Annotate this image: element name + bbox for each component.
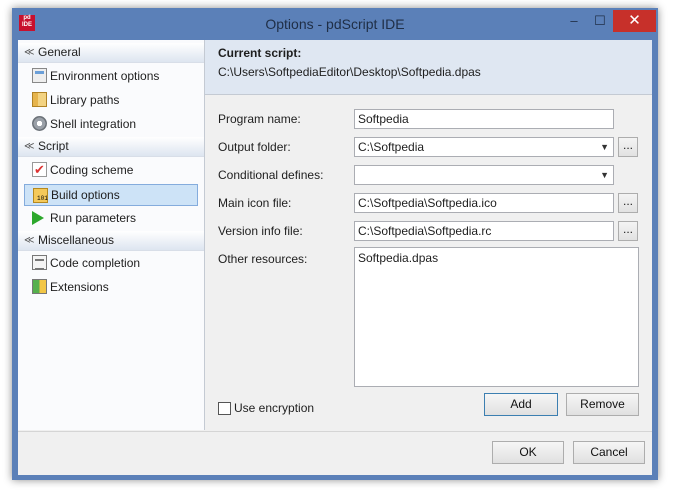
version-info-label: Version info file: [218, 224, 303, 238]
sidebar-item-coding-scheme[interactable]: Coding scheme [24, 159, 198, 181]
current-script-label: Current script: [218, 46, 302, 60]
sidebar-item-label: Run parameters [50, 211, 137, 225]
conditional-defines-label: Conditional defines: [218, 168, 324, 182]
current-script-path: C:\Users\SoftpediaEditor\Desktop\Softped… [218, 65, 481, 79]
shell-icon [32, 116, 47, 131]
output-folder-label: Output folder: [218, 140, 291, 154]
add-button[interactable]: Add [484, 393, 558, 416]
close-button[interactable]: ✕ [613, 10, 656, 32]
browse-output-folder-button[interactable]: ... [618, 137, 638, 157]
group-label: Miscellaneous [38, 233, 115, 247]
build-options-form: Program name: Softpedia Output folder: C… [205, 95, 652, 430]
group-label: General [38, 45, 81, 59]
sidebar-item-environment-options[interactable]: Environment options [24, 65, 198, 87]
extensions-icon [32, 279, 47, 294]
version-info-input[interactable]: C:\Softpedia\Softpedia.rc [354, 221, 614, 241]
conditional-defines-combo[interactable]: ▼ [354, 165, 614, 185]
browse-version-info-button[interactable]: ... [618, 221, 638, 241]
chevron-down-icon[interactable]: ▼ [600, 166, 609, 184]
code-completion-icon [32, 255, 47, 270]
chevron-down-icon[interactable]: ▼ [600, 138, 609, 156]
run-icon [32, 211, 44, 225]
sidebar-item-shell-integration[interactable]: Shell integration [24, 113, 198, 135]
sidebar-item-run-parameters[interactable]: Run parameters [24, 207, 198, 229]
title-bar[interactable]: pd IDE Options - pdScript IDE – ☐ ✕ [12, 8, 658, 40]
browse-main-icon-button[interactable]: ... [618, 193, 638, 213]
minimize-button[interactable]: – [561, 10, 587, 32]
group-header-script[interactable]: ≪ Script [18, 137, 204, 157]
use-encryption-checkbox[interactable] [218, 402, 231, 415]
options-window: pd IDE Options - pdScript IDE – ☐ ✕ ≪ Ge… [12, 8, 658, 480]
sidebar-item-build-options[interactable]: Build options [24, 184, 198, 206]
sidebar-item-label: Library paths [50, 93, 120, 107]
sidebar-item-library-paths[interactable]: Library paths [24, 89, 198, 111]
chevron-up-icon: ≪ [24, 141, 35, 152]
group-header-miscellaneous[interactable]: ≪ Miscellaneous [18, 231, 204, 251]
sidebar-item-label: Code completion [50, 256, 141, 270]
sidebar-item-label: Environment options [50, 69, 160, 83]
current-script-header: Current script: C:\Users\SoftpediaEditor… [205, 40, 652, 95]
chevron-up-icon: ≪ [24, 47, 35, 58]
group-label: Script [38, 139, 69, 153]
coding-icon [32, 159, 47, 181]
sidebar-item-extensions[interactable]: Extensions [24, 276, 198, 298]
use-encryption-label[interactable]: Use encryption [234, 401, 314, 415]
cancel-button[interactable]: Cancel [573, 441, 645, 464]
main-icon-input[interactable]: C:\Softpedia\Softpedia.ico [354, 193, 614, 213]
category-sidebar: ≪ General Environment options Library pa… [18, 40, 205, 430]
dialog-client: ≪ General Environment options Library pa… [18, 40, 652, 475]
remove-button[interactable]: Remove [566, 393, 639, 416]
output-folder-combo[interactable]: C:\Softpedia ▼ [354, 137, 614, 157]
chevron-up-icon: ≪ [24, 235, 35, 246]
sidebar-item-label: Build options [51, 188, 120, 202]
ok-button[interactable]: OK [492, 441, 564, 464]
maximize-button[interactable]: ☐ [587, 10, 613, 32]
build-icon [33, 188, 48, 203]
program-name-label: Program name: [218, 112, 301, 126]
program-name-input[interactable]: Softpedia [354, 109, 614, 129]
sidebar-item-code-completion[interactable]: Code completion [24, 252, 198, 274]
library-icon [32, 92, 47, 107]
list-item[interactable]: Softpedia.dpas [358, 251, 635, 265]
other-resources-label: Other resources: [218, 252, 308, 266]
sidebar-item-label: Extensions [50, 280, 109, 294]
sidebar-item-label: Coding scheme [50, 163, 134, 177]
dialog-footer: OK Cancel [18, 431, 652, 475]
main-icon-label: Main icon file: [218, 196, 292, 210]
output-folder-value: C:\Softpedia [358, 140, 425, 154]
sidebar-item-label: Shell integration [50, 117, 137, 131]
environment-icon [32, 68, 47, 83]
other-resources-list[interactable]: Softpedia.dpas [354, 247, 639, 387]
group-header-general[interactable]: ≪ General [18, 43, 204, 63]
